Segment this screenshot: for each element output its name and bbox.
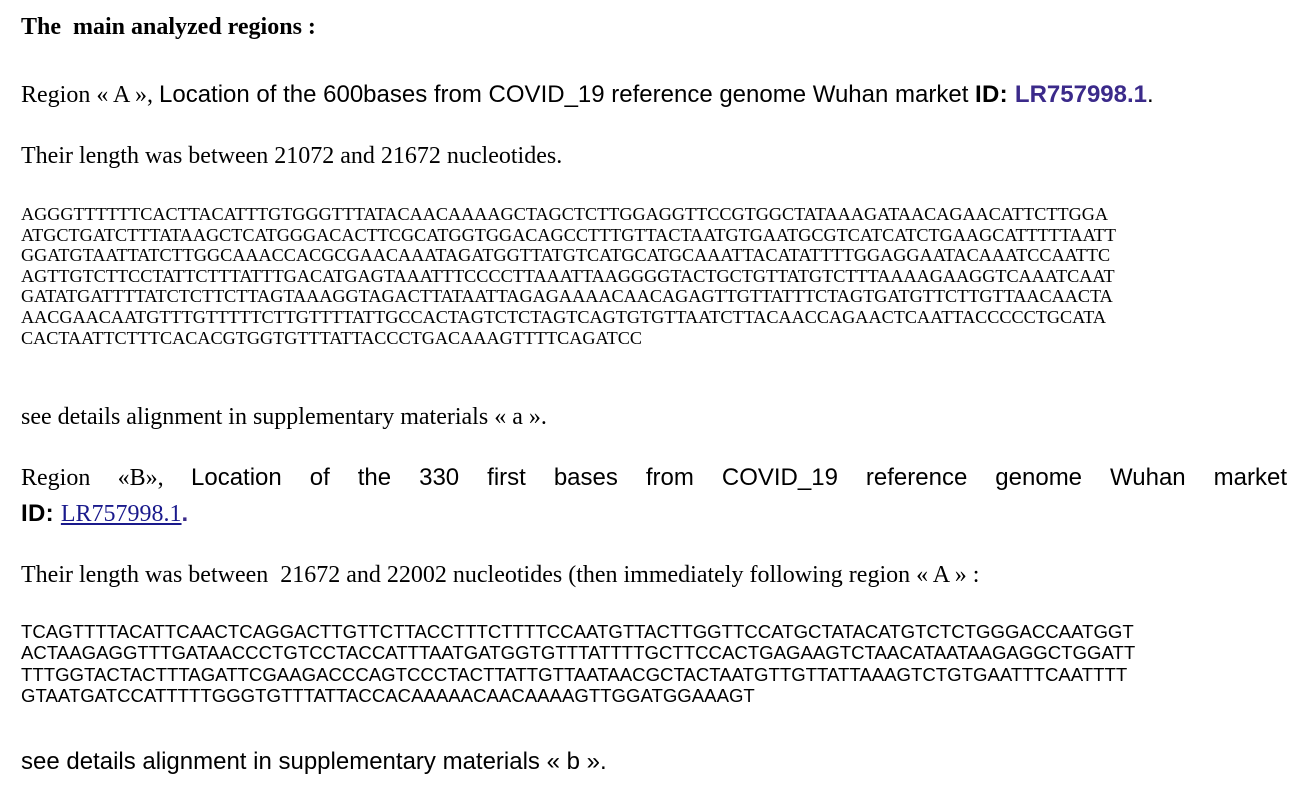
region-a-id-label: ID: — [975, 81, 1015, 108]
region-a-details: see details alignment in supplementary m… — [21, 404, 547, 430]
region-b-location-text: Location of the 330 first bases from COV… — [191, 464, 1287, 491]
region-a-title-end: . — [1147, 81, 1154, 108]
region-b-title: Region «B», Location of the 330 first ba… — [21, 460, 1287, 532]
region-b-length: Their length was between 21672 and 22002… — [21, 562, 980, 588]
region-a-prefix: Region « A », — [21, 82, 160, 108]
region-a-id-link[interactable]: LR757998.1 — [1015, 81, 1147, 108]
region-b-sequence: TCAGTTTTACATTCAACTCAGGACTTGTTCTTACCTTTCT… — [21, 621, 1135, 706]
sequence-line: AGTTGTCTTCCTATTCTTTATTTGACATGAGTAAATTTCC… — [21, 265, 1115, 286]
sequence-line: AACGAACAATGTTTGTTTTTCTTGTTTTATTGCCACTAGT… — [21, 306, 1107, 327]
region-b-details: see details alignment in supplementary m… — [21, 748, 607, 775]
region-b-id-link[interactable]: LR757998.1 — [61, 501, 182, 527]
sequence-line: TTTGGTACTACTTTAGATTCGAAGACCCAGTCCCTACTTA… — [21, 663, 1128, 685]
sequence-line: AGGGTTTTTTCACTTACATTTGTGGGTTTATACAACAAAA… — [21, 204, 1109, 224]
region-b-prefix: Region «B», — [21, 465, 191, 491]
sequence-line: ATGCTGATCTTTATAAGCTCATGGGACACTTCGCATGGTG… — [21, 224, 1117, 245]
sequence-line: GTAATGATCCATTTTTGGGTGTTTATTACCACAAAAACAA… — [21, 684, 755, 706]
region-a-sequence: AGGGTTTTTTCACTTACATTTGTGGGTTTATACAACAAAA… — [21, 204, 1116, 348]
region-b-title-end: . — [181, 500, 189, 527]
section-heading: The main analyzed regions : — [21, 14, 316, 40]
region-a-title: Region « A », Location of the 600bases f… — [21, 80, 1154, 110]
sequence-line: ACTAAGAGGTTTGATAACCCTGTCCTACCATTTAATGATG… — [21, 642, 1136, 664]
sequence-line: CACTAATTCTTTCACACGTGGTGTTTATTACCCTGACAAA… — [21, 327, 643, 348]
sequence-line: GGATGTAATTATCTTGGCAAACCACGCGAACAAATAGATG… — [21, 245, 1111, 266]
sequence-line: TCAGTTTTACATTCAACTCAGGACTTGTTCTTACCTTTCT… — [21, 621, 1134, 642]
region-a-length: Their length was between 21072 and 21672… — [21, 143, 563, 169]
region-a-location-text: Location of the 600bases from COVID_19 r… — [159, 81, 976, 108]
sequence-line: GATATGATTTTATCTCTTCTTAGTAAAGGTAGACTTATAA… — [21, 286, 1113, 307]
region-b-id-label: ID: — [21, 500, 61, 527]
